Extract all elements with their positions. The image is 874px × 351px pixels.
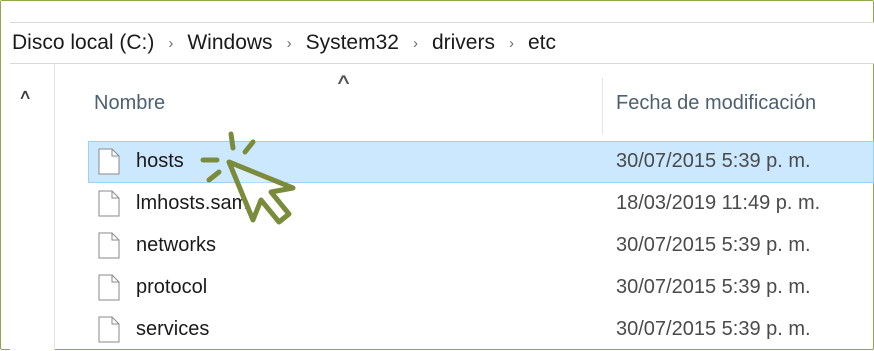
address-bar[interactable]: Disco local (C:) › Windows › System32 › …	[10, 22, 874, 64]
file-icon	[98, 274, 120, 301]
file-name: protocol	[136, 276, 208, 298]
file-icon	[98, 232, 120, 259]
sort-ascending-icon: ∧	[334, 71, 353, 88]
file-icon	[98, 148, 120, 175]
chevron-right-icon[interactable]: ›	[156, 35, 185, 52]
file-date: 30/07/2015 5:39 p. m.	[616, 150, 811, 172]
breadcrumb-windows[interactable]: Windows	[185, 31, 274, 55]
chevron-up-icon[interactable]: ∧	[18, 86, 32, 103]
chevron-right-icon[interactable]: ›	[275, 35, 304, 52]
breadcrumb-disco-local[interactable]: Disco local (C:)	[10, 31, 156, 55]
file-name: services	[136, 318, 210, 340]
column-header-name[interactable]: Nombre	[94, 92, 165, 115]
file-date: 30/07/2015 5:39 p. m.	[616, 276, 811, 298]
click-pointer-icon	[200, 131, 296, 225]
toolbar-strip	[1, 1, 873, 19]
breadcrumb-drivers[interactable]: drivers	[430, 31, 497, 55]
file-icon	[98, 316, 120, 343]
breadcrumb-system32[interactable]: System32	[304, 31, 401, 55]
navigation-pane[interactable]	[10, 64, 55, 350]
chevron-right-icon[interactable]: ›	[401, 35, 430, 52]
file-row-services[interactable]: services 30/07/2015 5:39 p. m.	[88, 309, 874, 351]
column-header: ∧ Nombre Fecha de modificación	[56, 64, 874, 134]
column-header-date[interactable]: Fecha de modificación	[616, 92, 816, 115]
file-row-protocol[interactable]: protocol 30/07/2015 5:39 p. m.	[88, 267, 874, 309]
file-date: 18/03/2019 11:49 p. m.	[616, 192, 821, 214]
file-icon	[98, 190, 120, 217]
file-name: hosts	[136, 150, 184, 172]
file-date: 30/07/2015 5:39 p. m.	[616, 318, 811, 340]
breadcrumb-etc[interactable]: etc	[526, 31, 558, 55]
chevron-right-icon[interactable]: ›	[497, 35, 526, 52]
file-date: 30/07/2015 5:39 p. m.	[616, 234, 811, 256]
column-divider[interactable]	[602, 78, 603, 134]
